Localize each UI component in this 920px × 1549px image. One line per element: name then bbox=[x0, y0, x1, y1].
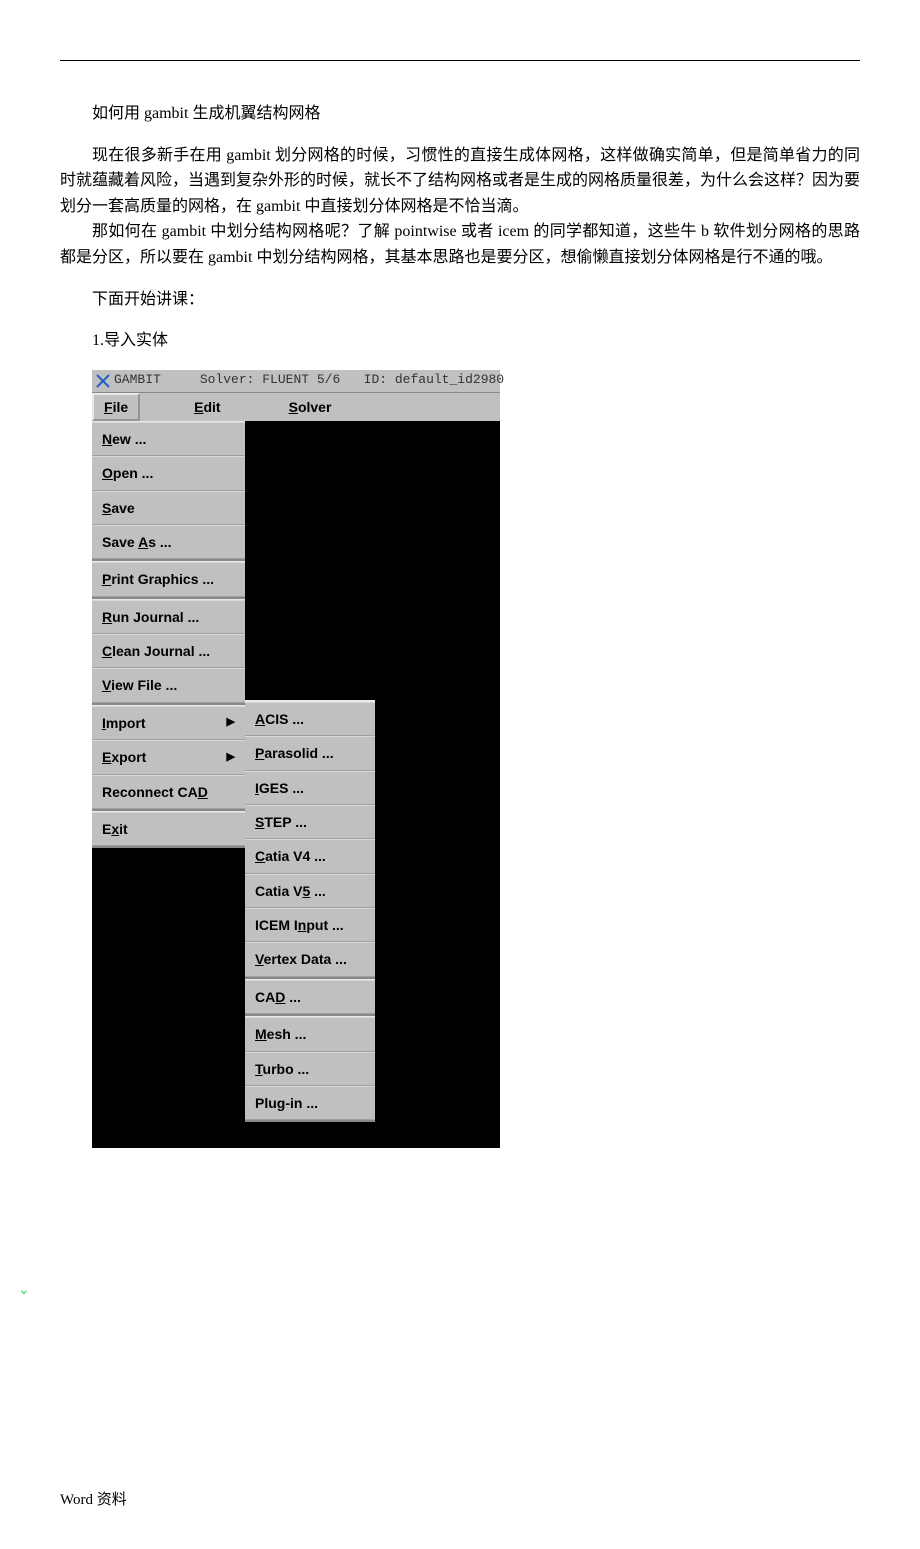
import-group-2: CAD ... bbox=[245, 979, 375, 1016]
titlebar-gap1 bbox=[161, 370, 200, 391]
file-dropdown: New ... Open ... Save Save As ... Print … bbox=[92, 421, 245, 1141]
file-menu-save-as[interactable]: Save As ... bbox=[92, 525, 245, 559]
menu-edit-mnemonic: E bbox=[194, 399, 203, 415]
file-menu-save[interactable]: Save bbox=[92, 491, 245, 525]
import-group-3: Mesh ... Turbo ... Plug-in ... bbox=[245, 1016, 375, 1122]
import-step[interactable]: STEP ... bbox=[245, 805, 375, 839]
import-group-1: ACIS ... Parasolid ... IGES ... STEP ...… bbox=[245, 701, 375, 979]
import-submenu: ACIS ... Parasolid ... IGES ... STEP ...… bbox=[245, 700, 375, 1123]
doc-title: 如何用 gambit 生成机翼结构网格 bbox=[60, 101, 860, 127]
import-cad[interactable]: CAD ... bbox=[245, 980, 375, 1014]
file-menu-group-5: Exit bbox=[92, 811, 245, 848]
gambit-app-icon bbox=[96, 372, 110, 390]
viewport-black-right bbox=[375, 421, 500, 1041]
menu-edit[interactable]: Edit bbox=[180, 393, 234, 421]
file-menu-open[interactable]: Open ... bbox=[92, 456, 245, 490]
import-catia-v5[interactable]: Catia V5 ... bbox=[245, 874, 375, 908]
titlebar-solver: Solver: FLUENT 5/6 bbox=[200, 370, 340, 391]
menu-solver-mnemonic: S bbox=[289, 399, 298, 415]
file-menu-group-2: Print Graphics ... bbox=[92, 561, 245, 598]
axis-marker-icon: ⌄ bbox=[18, 1278, 30, 1300]
file-menu-export[interactable]: Export▶ bbox=[92, 740, 245, 774]
import-parasolid[interactable]: Parasolid ... bbox=[245, 736, 375, 770]
viewport-black-bottom bbox=[245, 1122, 375, 1148]
titlebar-id: ID: default_id2980 bbox=[364, 370, 504, 391]
gambit-menubar: File Edit Solver bbox=[92, 392, 500, 421]
file-menu-import[interactable]: Import▶ bbox=[92, 706, 245, 740]
file-menu-run-journal[interactable]: Run Journal ... bbox=[92, 600, 245, 634]
file-menu-clean-journal[interactable]: Clean Journal ... bbox=[92, 634, 245, 668]
file-menu-reconnect-cad[interactable]: Reconnect CAD bbox=[92, 775, 245, 809]
menu-spacer bbox=[140, 393, 180, 421]
horizontal-rule bbox=[60, 60, 860, 61]
import-iges[interactable]: IGES ... bbox=[245, 771, 375, 805]
file-menu-print-graphics[interactable]: Print Graphics ... bbox=[92, 562, 245, 596]
import-icem-input[interactable]: ICEM Input ... bbox=[245, 908, 375, 942]
line-step-1: 1.导入实体 bbox=[60, 328, 860, 354]
submenu-column: ACIS ... Parasolid ... IGES ... STEP ...… bbox=[245, 421, 375, 1149]
file-menu-exit[interactable]: Exit bbox=[92, 812, 245, 846]
import-turbo[interactable]: Turbo ... bbox=[245, 1052, 375, 1086]
gambit-body: New ... Open ... Save Save As ... Print … bbox=[92, 421, 500, 1149]
page-footer: Word 资料 bbox=[60, 1488, 860, 1509]
menu-solver[interactable]: Solver bbox=[275, 393, 346, 421]
file-menu-group-1: New ... Open ... Save Save As ... bbox=[92, 421, 245, 562]
file-menu-group-4: Import▶ Export▶ Reconnect CAD bbox=[92, 705, 245, 811]
submenu-arrow-icon: ▶ bbox=[227, 714, 235, 732]
import-plugin[interactable]: Plug-in ... bbox=[245, 1086, 375, 1120]
file-menu-new[interactable]: New ... bbox=[92, 422, 245, 456]
import-catia-v4[interactable]: Catia V4 ... bbox=[245, 839, 375, 873]
gambit-screenshot: GAMBIT Solver: FLUENT 5/6 ID: default_id… bbox=[92, 370, 500, 1149]
menu-spacer bbox=[235, 393, 275, 421]
file-menu-group-3: Run Journal ... Clean Journal ... View F… bbox=[92, 599, 245, 705]
line-start-lecture: 下面开始讲课： bbox=[60, 287, 860, 313]
paragraph-1: 现在很多新手在用 gambit 划分网格的时候，习惯性的直接生成体网格，这样做确… bbox=[60, 143, 860, 220]
submenu-arrow-icon: ▶ bbox=[227, 749, 235, 767]
file-menu-view-file[interactable]: View File ... bbox=[92, 668, 245, 702]
menu-file[interactable]: File bbox=[92, 393, 140, 421]
viewport-black-gap bbox=[245, 421, 375, 700]
titlebar-app: GAMBIT bbox=[114, 370, 161, 391]
viewport-black-left: ⌄ bbox=[92, 848, 245, 1140]
document-body: 如何用 gambit 生成机翼结构网格 现在很多新手在用 gambit 划分网格… bbox=[60, 101, 860, 1148]
menu-file-mnemonic: F bbox=[104, 399, 113, 415]
import-mesh[interactable]: Mesh ... bbox=[245, 1017, 375, 1051]
import-vertex-data[interactable]: Vertex Data ... bbox=[245, 942, 375, 976]
import-acis[interactable]: ACIS ... bbox=[245, 702, 375, 736]
paragraph-2: 那如何在 gambit 中划分结构网格呢？了解 pointwise 或者 ice… bbox=[60, 219, 860, 270]
titlebar-gap2 bbox=[340, 370, 363, 391]
gambit-titlebar: GAMBIT Solver: FLUENT 5/6 ID: default_id… bbox=[92, 370, 500, 392]
